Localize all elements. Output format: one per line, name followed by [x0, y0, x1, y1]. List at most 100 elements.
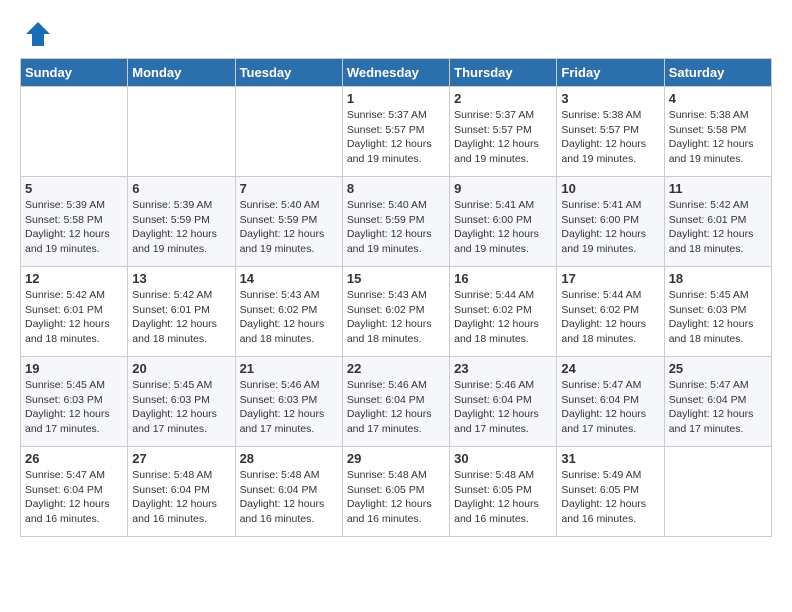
- calendar-cell: 12 Sunrise: 5:42 AM Sunset: 6:01 PM Dayli…: [21, 267, 128, 357]
- calendar-cell: 10 Sunrise: 5:41 AM Sunset: 6:00 PM Dayli…: [557, 177, 664, 267]
- day-info: Sunrise: 5:46 AM Sunset: 6:03 PM Dayligh…: [240, 378, 338, 437]
- day-number: 9: [454, 181, 552, 196]
- calendar-week-row: 19 Sunrise: 5:45 AM Sunset: 6:03 PM Dayli…: [21, 357, 772, 447]
- calendar-cell: 14 Sunrise: 5:43 AM Sunset: 6:02 PM Dayli…: [235, 267, 342, 357]
- day-info: Sunrise: 5:39 AM Sunset: 5:58 PM Dayligh…: [25, 198, 123, 257]
- logo: [20, 20, 52, 48]
- calendar-cell: 27 Sunrise: 5:48 AM Sunset: 6:04 PM Dayli…: [128, 447, 235, 537]
- day-info: Sunrise: 5:43 AM Sunset: 6:02 PM Dayligh…: [240, 288, 338, 347]
- calendar-cell: 16 Sunrise: 5:44 AM Sunset: 6:02 PM Dayli…: [450, 267, 557, 357]
- day-number: 12: [25, 271, 123, 286]
- day-info: Sunrise: 5:45 AM Sunset: 6:03 PM Dayligh…: [669, 288, 767, 347]
- day-info: Sunrise: 5:47 AM Sunset: 6:04 PM Dayligh…: [669, 378, 767, 437]
- day-number: 5: [25, 181, 123, 196]
- calendar-cell: 2 Sunrise: 5:37 AM Sunset: 5:57 PM Daylig…: [450, 87, 557, 177]
- day-number: 11: [669, 181, 767, 196]
- day-info: Sunrise: 5:48 AM Sunset: 6:05 PM Dayligh…: [347, 468, 445, 527]
- day-number: 27: [132, 451, 230, 466]
- calendar-cell: 5 Sunrise: 5:39 AM Sunset: 5:58 PM Daylig…: [21, 177, 128, 267]
- day-info: Sunrise: 5:43 AM Sunset: 6:02 PM Dayligh…: [347, 288, 445, 347]
- day-number: 6: [132, 181, 230, 196]
- day-number: 24: [561, 361, 659, 376]
- calendar-cell: 19 Sunrise: 5:45 AM Sunset: 6:03 PM Dayli…: [21, 357, 128, 447]
- day-number: 14: [240, 271, 338, 286]
- day-number: 3: [561, 91, 659, 106]
- day-number: 22: [347, 361, 445, 376]
- calendar-cell: 21 Sunrise: 5:46 AM Sunset: 6:03 PM Dayli…: [235, 357, 342, 447]
- day-info: Sunrise: 5:40 AM Sunset: 5:59 PM Dayligh…: [347, 198, 445, 257]
- day-number: 29: [347, 451, 445, 466]
- calendar-cell: 30 Sunrise: 5:48 AM Sunset: 6:05 PM Dayli…: [450, 447, 557, 537]
- day-info: Sunrise: 5:41 AM Sunset: 6:00 PM Dayligh…: [454, 198, 552, 257]
- calendar-week-row: 26Sunrise: 5:47 AM Sunset: 6:04 PM Dayli…: [21, 447, 772, 537]
- calendar-cell: 31 Sunrise: 5:49 AM Sunset: 6:05 PM Dayli…: [557, 447, 664, 537]
- calendar-cell: 8Sunrise: 5:40 AM Sunset: 5:59 PM Daylig…: [342, 177, 449, 267]
- calendar-cell: 26Sunrise: 5:47 AM Sunset: 6:04 PM Dayli…: [21, 447, 128, 537]
- calendar-header-wednesday: Wednesday: [342, 59, 449, 87]
- calendar-cell: 4 Sunrise: 5:38 AM Sunset: 5:58 PM Daylig…: [664, 87, 771, 177]
- calendar-cell: 3 Sunrise: 5:38 AM Sunset: 5:57 PM Daylig…: [557, 87, 664, 177]
- day-number: 25: [669, 361, 767, 376]
- day-number: 7: [240, 181, 338, 196]
- calendar-cell: 23 Sunrise: 5:46 AM Sunset: 6:04 PM Dayli…: [450, 357, 557, 447]
- calendar-cell: [21, 87, 128, 177]
- calendar-cell: 13Sunrise: 5:42 AM Sunset: 6:01 PM Dayli…: [128, 267, 235, 357]
- day-number: 26: [25, 451, 123, 466]
- day-info: Sunrise: 5:39 AM Sunset: 5:59 PM Dayligh…: [132, 198, 230, 257]
- calendar-week-row: 1 Sunrise: 5:37 AM Sunset: 5:57 PM Daylig…: [21, 87, 772, 177]
- day-info: Sunrise: 5:45 AM Sunset: 6:03 PM Dayligh…: [25, 378, 123, 437]
- day-info: Sunrise: 5:38 AM Sunset: 5:58 PM Dayligh…: [669, 108, 767, 167]
- day-info: Sunrise: 5:38 AM Sunset: 5:57 PM Dayligh…: [561, 108, 659, 167]
- calendar-cell: [128, 87, 235, 177]
- day-number: 1: [347, 91, 445, 106]
- day-number: 16: [454, 271, 552, 286]
- day-info: Sunrise: 5:48 AM Sunset: 6:04 PM Dayligh…: [240, 468, 338, 527]
- calendar-header-row: SundayMondayTuesdayWednesdayThursdayFrid…: [21, 59, 772, 87]
- day-number: 10: [561, 181, 659, 196]
- calendar-header-saturday: Saturday: [664, 59, 771, 87]
- calendar-week-row: 5 Sunrise: 5:39 AM Sunset: 5:58 PM Daylig…: [21, 177, 772, 267]
- day-number: 23: [454, 361, 552, 376]
- calendar-cell: [664, 447, 771, 537]
- calendar-cell: 28 Sunrise: 5:48 AM Sunset: 6:04 PM Dayli…: [235, 447, 342, 537]
- day-info: Sunrise: 5:46 AM Sunset: 6:04 PM Dayligh…: [454, 378, 552, 437]
- calendar-cell: 1Sunrise: 5:37 AM Sunset: 5:57 PM Daylig…: [342, 87, 449, 177]
- day-info: Sunrise: 5:48 AM Sunset: 6:04 PM Dayligh…: [132, 468, 230, 527]
- day-number: 18: [669, 271, 767, 286]
- day-info: Sunrise: 5:44 AM Sunset: 6:02 PM Dayligh…: [454, 288, 552, 347]
- calendar-cell: 7 Sunrise: 5:40 AM Sunset: 5:59 PM Daylig…: [235, 177, 342, 267]
- calendar-cell: 17 Sunrise: 5:44 AM Sunset: 6:02 PM Dayli…: [557, 267, 664, 357]
- calendar-cell: 20 Sunrise: 5:45 AM Sunset: 6:03 PM Dayli…: [128, 357, 235, 447]
- day-number: 31: [561, 451, 659, 466]
- calendar-week-row: 12 Sunrise: 5:42 AM Sunset: 6:01 PM Dayli…: [21, 267, 772, 357]
- day-number: 17: [561, 271, 659, 286]
- calendar-header-friday: Friday: [557, 59, 664, 87]
- day-number: 19: [25, 361, 123, 376]
- day-number: 13: [132, 271, 230, 286]
- day-info: Sunrise: 5:41 AM Sunset: 6:00 PM Dayligh…: [561, 198, 659, 257]
- day-info: Sunrise: 5:40 AM Sunset: 5:59 PM Dayligh…: [240, 198, 338, 257]
- calendar-header-sunday: Sunday: [21, 59, 128, 87]
- day-number: 15: [347, 271, 445, 286]
- day-number: 28: [240, 451, 338, 466]
- day-number: 2: [454, 91, 552, 106]
- day-info: Sunrise: 5:49 AM Sunset: 6:05 PM Dayligh…: [561, 468, 659, 527]
- day-number: 20: [132, 361, 230, 376]
- calendar-header-thursday: Thursday: [450, 59, 557, 87]
- day-info: Sunrise: 5:42 AM Sunset: 6:01 PM Dayligh…: [25, 288, 123, 347]
- calendar-cell: 22Sunrise: 5:46 AM Sunset: 6:04 PM Dayli…: [342, 357, 449, 447]
- page-header: [20, 20, 772, 48]
- day-number: 21: [240, 361, 338, 376]
- calendar-cell: 29 Sunrise: 5:48 AM Sunset: 6:05 PM Dayli…: [342, 447, 449, 537]
- day-info: Sunrise: 5:37 AM Sunset: 5:57 PM Dayligh…: [454, 108, 552, 167]
- day-info: Sunrise: 5:48 AM Sunset: 6:05 PM Dayligh…: [454, 468, 552, 527]
- calendar-cell: 18 Sunrise: 5:45 AM Sunset: 6:03 PM Dayli…: [664, 267, 771, 357]
- day-info: Sunrise: 5:45 AM Sunset: 6:03 PM Dayligh…: [132, 378, 230, 437]
- day-info: Sunrise: 5:44 AM Sunset: 6:02 PM Dayligh…: [561, 288, 659, 347]
- day-number: 30: [454, 451, 552, 466]
- calendar-table: SundayMondayTuesdayWednesdayThursdayFrid…: [20, 58, 772, 537]
- calendar-cell: 9 Sunrise: 5:41 AM Sunset: 6:00 PM Daylig…: [450, 177, 557, 267]
- day-info: Sunrise: 5:47 AM Sunset: 6:04 PM Dayligh…: [561, 378, 659, 437]
- day-info: Sunrise: 5:42 AM Sunset: 6:01 PM Dayligh…: [669, 198, 767, 257]
- day-number: 4: [669, 91, 767, 106]
